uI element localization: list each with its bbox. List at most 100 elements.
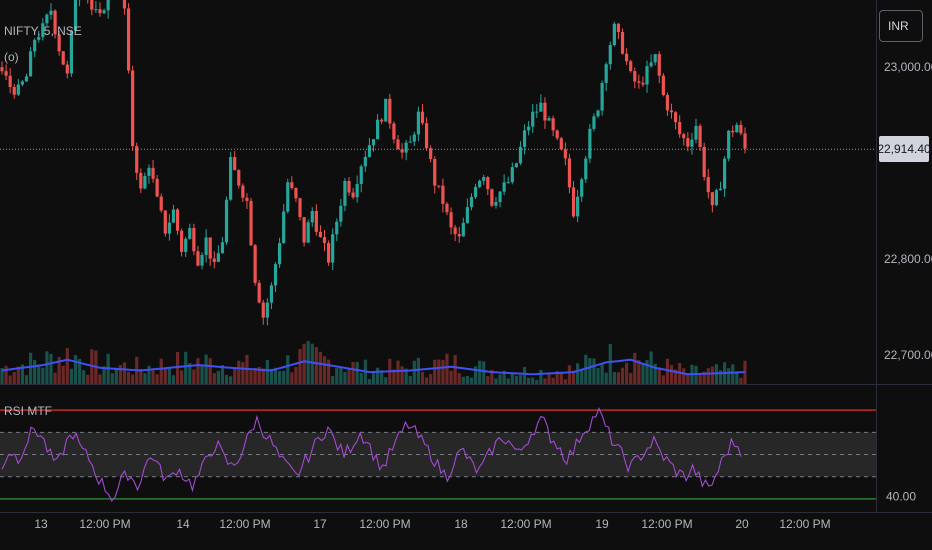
volume-bar (518, 374, 523, 384)
candle-body (16, 84, 20, 95)
volume-bar (478, 360, 482, 384)
candle-body (143, 175, 147, 189)
volume-bar (98, 374, 102, 384)
volume-bar (506, 378, 510, 384)
candle-body (33, 39, 37, 52)
candle-body (363, 156, 367, 167)
volume-bar (200, 364, 204, 384)
candle-body (482, 177, 486, 181)
candle-body (49, 10, 53, 15)
chart-canvas[interactable]: 22,700.00 22,800.00 23,000.00 40.00 13 12:00 … (0, 0, 932, 550)
candle-body (188, 227, 192, 239)
volume-bar (180, 370, 184, 384)
candle-body (380, 119, 384, 122)
candle-body (669, 110, 674, 113)
candle-body (616, 23, 621, 33)
candle-body (131, 70, 135, 147)
candle-body (192, 227, 196, 252)
volume-bar (331, 376, 335, 384)
candle-body (445, 203, 449, 213)
candle-body (522, 130, 527, 147)
currency-button[interactable]: INR (879, 10, 923, 42)
volume-bars (0, 341, 747, 384)
candle-body (531, 111, 535, 127)
candle-body (429, 148, 433, 160)
volume-bar (249, 370, 253, 384)
candle-body (641, 82, 645, 85)
volume-bar (592, 358, 596, 384)
candle-body (682, 134, 686, 139)
volume-bar (212, 373, 216, 384)
candle-body (424, 123, 429, 149)
candle-body (147, 167, 151, 176)
volume-bar (645, 360, 649, 384)
volume-bar (326, 359, 331, 384)
volume-bar (302, 343, 306, 384)
candle-body (8, 75, 12, 88)
candle-body (224, 199, 229, 243)
candle-body (735, 124, 739, 133)
volume-bar (420, 371, 425, 384)
candle-body (45, 14, 49, 24)
candle-body (298, 198, 302, 218)
rsi-indicator-label[interactable]: RSI MTF (4, 404, 52, 418)
volume-bar (706, 368, 710, 384)
candle-body (588, 128, 592, 159)
volume-bar (110, 373, 114, 384)
volume-bar (461, 376, 465, 384)
volume-bar (457, 373, 461, 384)
candle-body (343, 180, 347, 206)
candle-body (510, 167, 514, 183)
candle-body (310, 211, 314, 223)
volume-bar (229, 376, 233, 384)
candle-body (400, 149, 404, 153)
volume-bar (482, 361, 486, 384)
volume-bar (265, 360, 269, 384)
time-tick-label: 20 (735, 517, 749, 531)
candle-body (633, 71, 637, 82)
volume-bar (126, 371, 131, 384)
volume-bar (522, 367, 527, 384)
volume-bar (604, 372, 608, 384)
candle-body (494, 202, 498, 206)
volume-bar (416, 357, 421, 384)
volume-bar (151, 370, 155, 384)
candle-body (102, 10, 106, 14)
candle-body (355, 184, 359, 198)
candle-body (437, 185, 441, 187)
candle-body (106, 0, 110, 11)
volume-bar (620, 367, 625, 384)
candle-body (122, 0, 127, 9)
candle-body (94, 9, 98, 11)
candle-body (710, 192, 714, 206)
volume-bar (465, 375, 469, 384)
volume-bar (608, 344, 612, 384)
volume-bar (547, 372, 551, 384)
volume-bar (359, 373, 363, 384)
candle-body (527, 126, 531, 131)
volume-bar (204, 354, 208, 384)
volume-bar (241, 361, 245, 384)
candle-body (367, 145, 372, 157)
time-tick-label: 12:00 PM (641, 517, 692, 531)
time-tick-label: 13 (34, 517, 48, 531)
price-tick-label: 23,000.00 (884, 60, 932, 74)
volume-bar (657, 367, 661, 384)
candle-body (286, 182, 290, 212)
candle-body (229, 156, 233, 200)
candle-body (604, 64, 608, 83)
candle-body (629, 61, 633, 72)
candle-body (24, 76, 29, 82)
candle-body (151, 167, 155, 179)
candle-body (159, 196, 163, 211)
price-tick-label: 22,700.00 (884, 348, 932, 362)
time-tick-label: 12:00 PM (219, 517, 270, 531)
volume-bar (184, 351, 188, 384)
candle-body (596, 110, 600, 117)
volume-bar (433, 359, 437, 384)
symbol-label[interactable]: NIFTY, 5, NSE (4, 24, 82, 38)
last-price-tag: 22,914.40 (877, 136, 931, 163)
volume-bar (196, 358, 200, 384)
volume-bar (543, 378, 547, 384)
volume-bar (375, 367, 380, 384)
